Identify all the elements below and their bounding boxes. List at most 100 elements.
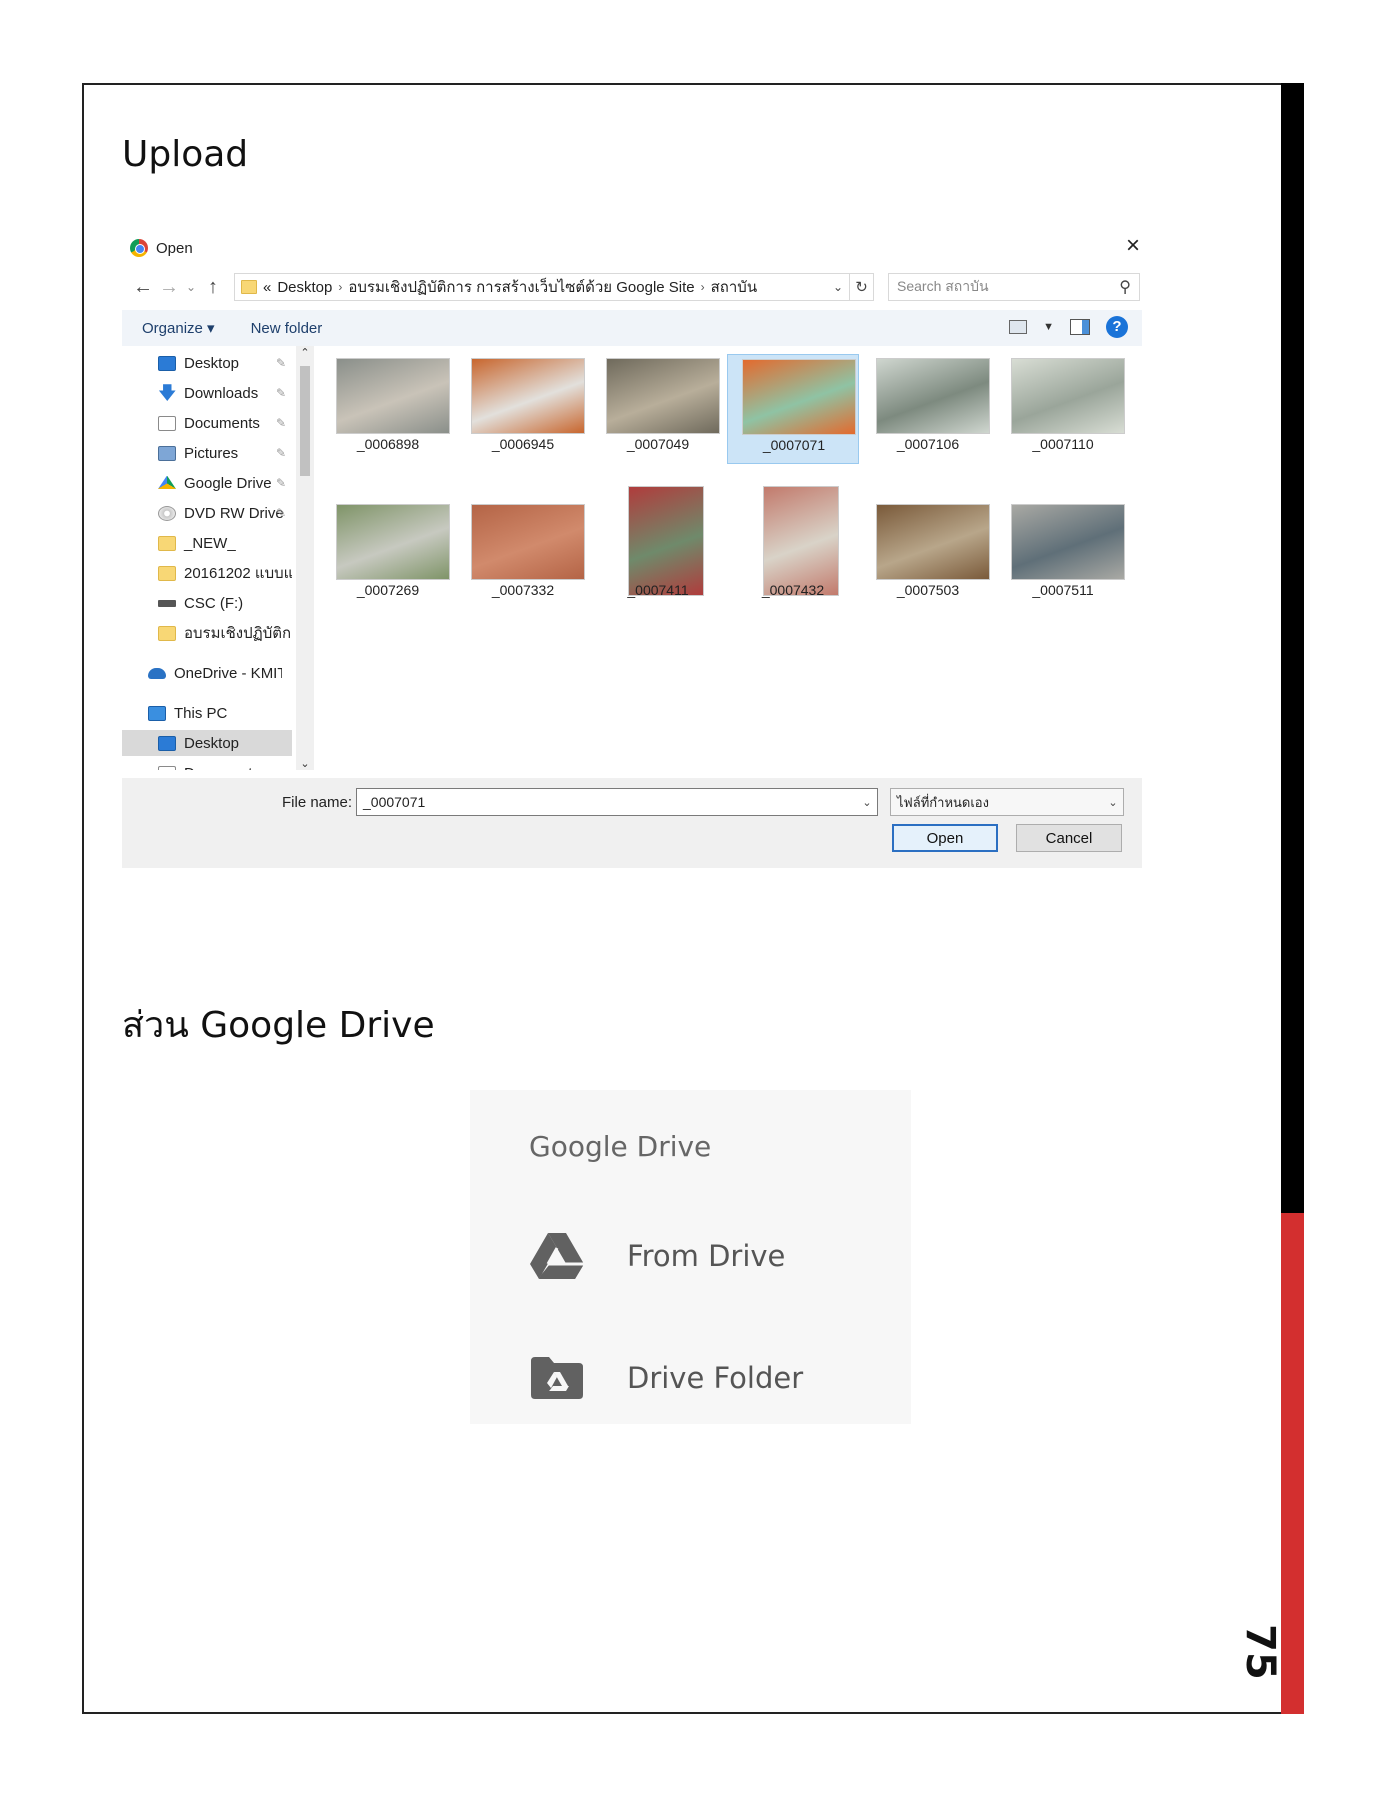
pin-icon[interactable]: ✎ (276, 506, 286, 520)
sidebar-item[interactable]: Pictures ✎ (158, 440, 292, 466)
pin-icon[interactable]: ✎ (276, 416, 286, 430)
file-type-select[interactable]: ไฟล์ที่กำหนดเอง ⌄ (890, 788, 1124, 816)
folder-icon (241, 280, 257, 294)
sidebar-item[interactable]: Desktop (122, 730, 292, 756)
file-tile[interactable]: _0007411 (592, 486, 724, 610)
file-tile[interactable]: _0007432 (727, 486, 859, 610)
change-view-icon[interactable] (1009, 320, 1028, 334)
drive-folder-item[interactable]: Drive Folder (529, 1348, 803, 1408)
dialog-footer: File name: _0007071 ⌄ ไฟล์ที่กำหนดเอง ⌄ … (122, 778, 1142, 868)
google-drive-icon (158, 475, 176, 489)
file-thumbnail (471, 504, 585, 580)
folder-icon (158, 625, 176, 641)
sidebar-item[interactable]: Desktop ✎ (158, 350, 292, 376)
dvd-icon (158, 505, 176, 521)
file-thumbnail (876, 358, 990, 434)
file-name-label: _0007110 (1032, 436, 1094, 452)
file-tile[interactable]: _0007106 (862, 354, 994, 464)
sidebar-item[interactable]: อบรมเชิงปฏิบัติการ (158, 620, 292, 646)
view-dropdown-icon[interactable]: ▼ (1043, 321, 1054, 333)
cancel-button[interactable]: Cancel (1016, 824, 1122, 852)
search-input[interactable]: Search สถาบัน ⚲ (888, 273, 1140, 301)
preview-pane-icon[interactable] (1070, 319, 1090, 335)
sidebar-item-label: Documents (184, 765, 260, 771)
file-tile[interactable]: _0007110 (997, 354, 1129, 464)
address-bar[interactable]: « Desktop › อบรมเชิงปฏิบัติการ การสร้างเ… (234, 273, 850, 301)
file-tile[interactable]: _0006898 (322, 354, 454, 464)
sidebar-item[interactable]: DVD RW Drive ✎ (158, 500, 292, 526)
heading-google-drive: ส่วน Google Drive (122, 1005, 435, 1046)
file-tile[interactable]: _0007332 (457, 500, 589, 610)
sidebar-item-label: CSC (F:) (184, 594, 244, 612)
file-thumbnail (742, 359, 856, 435)
recent-locations-icon[interactable]: ⌄ (182, 280, 200, 294)
refresh-icon[interactable]: ↻ (850, 273, 874, 301)
chevron-down-icon[interactable]: ⌄ (857, 796, 877, 809)
file-name-label: _0007411 (627, 582, 689, 598)
file-grid: _0006898 _0006945 _0007049 _0007071 _0007106… (322, 354, 1142, 754)
open-button[interactable]: Open (892, 824, 998, 852)
back-arrow-icon[interactable]: ← (130, 276, 156, 299)
file-name-label: _0007432 (761, 582, 825, 598)
help-icon[interactable]: ? (1106, 316, 1128, 338)
sidebar-item[interactable]: Documents ✎ (158, 410, 292, 436)
google-drive-logo-icon (529, 1228, 585, 1284)
file-name-label: _0007503 (896, 582, 960, 598)
file-name-label: File name: (282, 794, 353, 811)
sidebar-scrollbar[interactable]: ⌃ ⌄ (296, 346, 314, 770)
from-drive-item[interactable]: From Drive (529, 1226, 785, 1286)
up-arrow-icon[interactable]: ↑ (200, 276, 226, 299)
sidebar-item[interactable]: Google Drive ✎ (158, 470, 292, 496)
pin-icon[interactable]: ✎ (276, 446, 286, 460)
pin-icon[interactable]: ✎ (276, 356, 286, 370)
pin-icon[interactable]: ✎ (276, 386, 286, 400)
sidebar-item[interactable]: _NEW_ (158, 530, 292, 556)
sidebar-item[interactable]: CSC (F:) (158, 590, 292, 616)
scroll-up-icon[interactable]: ⌃ (296, 346, 314, 359)
pictures-icon (158, 445, 176, 461)
download-icon: 🡇 (158, 382, 177, 403)
chevron-down-icon[interactable]: ⌄ (827, 280, 849, 294)
sidebar-item[interactable]: OneDrive - KMITL (148, 660, 282, 686)
new-folder-button[interactable]: New folder (251, 320, 323, 337)
file-name-label: _0007049 (626, 436, 690, 452)
file-type-value: ไฟล์ที่กำหนดเอง (897, 794, 989, 810)
file-tile[interactable]: _0007503 (862, 500, 994, 610)
breadcrumb-workshop[interactable]: อบรมเชิงปฏิบัติการ การสร้างเว็บไซต์ด้วย … (348, 275, 694, 299)
file-name-label: _0006945 (491, 436, 555, 452)
sidebar-item[interactable]: This PC (148, 700, 282, 726)
sidebar-item-label: อบรมเชิงปฏิบัติการ (184, 625, 292, 642)
sidebar-item[interactable]: Documents (158, 760, 292, 770)
file-thumbnail (1011, 504, 1125, 580)
forward-arrow-icon[interactable]: → (156, 276, 182, 299)
pc-icon (148, 705, 166, 721)
file-name-input[interactable]: _0007071 ⌄ (356, 788, 878, 816)
breadcrumb-institute[interactable]: สถาบัน (711, 275, 757, 299)
file-thumbnail (1011, 358, 1125, 434)
file-tile[interactable]: _0007511 (997, 500, 1129, 610)
pin-icon[interactable]: ✎ (276, 476, 286, 490)
breadcrumb-separator-icon: › (700, 280, 705, 294)
sidebar-item[interactable]: 20161202 แบบแผ (158, 560, 292, 586)
folder-icon (158, 535, 176, 551)
scroll-down-icon[interactable]: ⌄ (296, 757, 314, 770)
breadcrumb-desktop[interactable]: Desktop (277, 279, 332, 296)
organize-button[interactable]: Organize ▾ (142, 319, 215, 337)
breadcrumb-overflow[interactable]: « (263, 279, 271, 296)
side-bar-black (1281, 83, 1304, 1213)
toolbar-right: ▼ ? (1009, 316, 1128, 338)
scrollbar-thumb[interactable] (300, 366, 310, 476)
file-thumbnail (763, 486, 839, 596)
drive-folder-label: Drive Folder (627, 1361, 804, 1395)
file-tile[interactable]: _0006945 (457, 354, 589, 464)
sidebar-item[interactable]: 🡇 Downloads ✎ (158, 380, 292, 406)
search-icon[interactable]: ⚲ (1119, 277, 1131, 297)
close-icon[interactable]: × (1126, 232, 1140, 260)
chrome-icon (130, 239, 148, 257)
file-tile[interactable]: _0007071 (727, 354, 859, 464)
chevron-down-icon[interactable]: ⌄ (1103, 796, 1123, 809)
file-tile[interactable]: _0007049 (592, 354, 724, 464)
search-placeholder: Search สถาบัน (897, 278, 989, 294)
file-thumbnail (606, 358, 720, 434)
file-tile[interactable]: _0007269 (322, 500, 454, 610)
